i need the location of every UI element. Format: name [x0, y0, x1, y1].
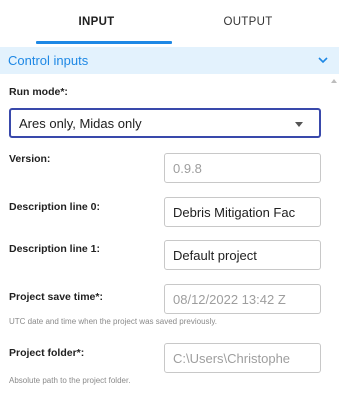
dropdown-caret-icon[interactable]: [295, 122, 303, 127]
description-line-0-label: Description line 0:: [9, 201, 101, 213]
run-mode-select[interactable]: Ares only, Midas only: [9, 108, 321, 138]
description-line-1-input[interactable]: Default project: [164, 240, 321, 270]
project-save-time-help: UTC date and time when the project was s…: [9, 317, 217, 326]
tab-input[interactable]: INPUT: [20, 0, 173, 44]
project-folder-help: Absolute path to the project folder.: [9, 376, 131, 385]
description-line-0-input[interactable]: Debris Mitigation Fac: [164, 197, 321, 227]
project-save-time-field: 08/12/2022 13:42 Z: [164, 284, 321, 314]
project-folder-label: Project folder*:: [9, 347, 85, 359]
tab-output[interactable]: OUTPUT: [173, 0, 323, 44]
description-line-1-label: Description line 1:: [9, 243, 101, 255]
project-folder-value: C:\Users\Christophe: [173, 351, 291, 366]
section-title: Control inputs: [8, 53, 89, 68]
run-mode-label: Run mode*:: [9, 86, 68, 98]
project-folder-field: C:\Users\Christophe: [164, 343, 321, 373]
project-save-time-label: Project save time*:: [9, 291, 103, 303]
description-line-0-value: Debris Mitigation Fac: [173, 205, 296, 220]
active-tab-indicator: [36, 41, 172, 44]
project-save-time-value: 08/12/2022 13:42 Z: [173, 292, 286, 307]
scroll-up-arrow-icon[interactable]: [331, 79, 337, 83]
description-line-1-value: Default project: [173, 248, 257, 263]
version-value: 0.9.8: [173, 161, 202, 176]
chevron-down-icon[interactable]: [317, 54, 329, 66]
version-label: Version:: [9, 153, 51, 165]
scrollbar[interactable]: [328, 74, 339, 405]
control-inputs-section-header[interactable]: Control inputs: [0, 47, 339, 74]
tab-bar: INPUT OUTPUT: [0, 0, 339, 44]
version-field: 0.9.8: [164, 153, 321, 183]
run-mode-value: Ares only, Midas only: [19, 116, 142, 131]
